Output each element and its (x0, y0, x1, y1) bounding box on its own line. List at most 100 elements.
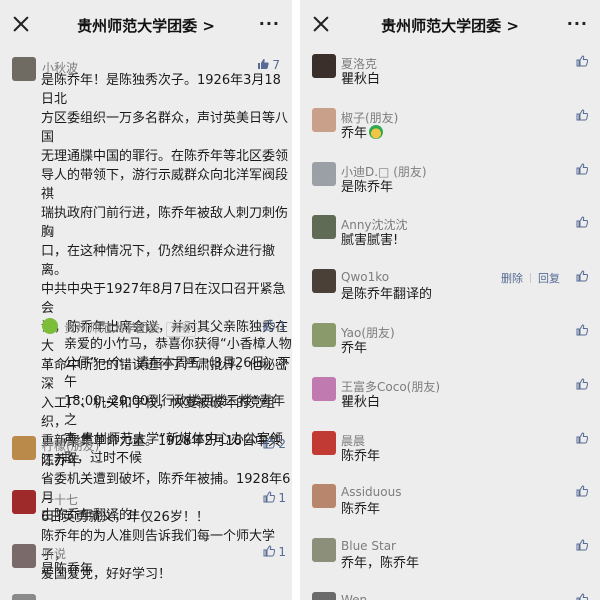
like-button[interactable] (576, 593, 588, 600)
comment-text: 腻害腻害! (341, 231, 398, 250)
comment-text: 是陈乔年翻译的 (341, 285, 432, 304)
thumbs-up-icon (576, 485, 588, 497)
avatar[interactable] (12, 436, 36, 460)
thumbs-up-icon (576, 324, 588, 336)
like-count: 7 (272, 58, 280, 72)
comment-text-content: 乔年，陈乔年 (341, 556, 420, 572)
like-count: 1 (278, 545, 286, 559)
right-navbar: 贵州师范大学团委 > ··· (300, 0, 600, 50)
comment-text: 陈乔年 (341, 447, 380, 466)
comment-text-content: 乔年 (341, 341, 368, 356)
commenter-name: Assiduous (341, 485, 402, 500)
author-name-text: 贵州师范大学团委 (64, 321, 161, 335)
avatar[interactable] (312, 269, 336, 294)
text-line: 导人的带领下，游行示威群众向北洋军阀段祺 (41, 168, 289, 202)
comment-text: 是陈乔年 (341, 178, 393, 197)
avatar[interactable] (312, 107, 336, 132)
thumbs-up-icon (263, 319, 275, 331)
avatar[interactable] (312, 376, 336, 401)
avatar[interactable] (312, 54, 336, 78)
like-count: 2 (278, 437, 286, 451)
like-button[interactable]: 2 (263, 437, 286, 451)
text-line: 无理通牒中国的罪行。在陈乔年等北区委领 (41, 149, 289, 164)
account-title[interactable]: 贵州师范大学团委 > (300, 15, 600, 36)
text-line: 口，在这种情况下，仍然组织群众进行撤离。 (41, 244, 276, 278)
comment-text: 陈乔年 (41, 454, 81, 469)
like-button[interactable]: 1 (263, 545, 286, 559)
panel-divider (292, 0, 300, 600)
like-button[interactable] (576, 378, 588, 392)
avatar[interactable] (312, 538, 336, 563)
comment-text-content: 瞿秋白 (341, 72, 381, 87)
like-button[interactable] (576, 55, 588, 69)
more-options-icon[interactable]: ··· (567, 14, 588, 33)
comment-text: 乔年，陈乔年 (341, 554, 419, 573)
thumbs-up-icon (576, 593, 588, 600)
thumbs-up-icon (263, 437, 275, 449)
thumbs-up-icon (263, 545, 275, 557)
comment-text: 乔年 (341, 124, 384, 143)
comment-text: 乔年 (341, 339, 367, 358)
comment-text-content: 乔年 (341, 125, 368, 141)
like-button[interactable] (576, 109, 588, 123)
like-count: 1 (278, 491, 286, 505)
comment-text: 瞿秋白 (341, 393, 380, 412)
comment-text: 由陈乔年翻译的！ (41, 508, 146, 523)
author-avatar-icon (42, 318, 58, 334)
action-separator (530, 273, 531, 284)
avatar[interactable] (12, 490, 36, 514)
avatar[interactable] (12, 57, 36, 81)
commenter-name: Qwo1ko (341, 270, 390, 285)
avatar[interactable] (312, 592, 336, 600)
thumbs-up-icon (576, 432, 588, 444)
text-line: 省委机关遭到破坏，陈乔年被捕。1928年6月 (41, 472, 291, 506)
comment-text-content: 瞿秋白 (341, 394, 381, 410)
text-line: 公仔”一个，请在本周五（3月26日）下午 (64, 356, 291, 390)
thumbs-up-icon (576, 378, 588, 390)
comment-text-content: 陈乔年 (341, 448, 381, 464)
like-button[interactable] (576, 432, 588, 446)
like-button[interactable] (576, 216, 588, 230)
text-line: 18:00--20:00到行政楼西楼三楼“青年之 (64, 394, 286, 428)
delete-button[interactable]: 删除 (501, 272, 523, 285)
like-button[interactable] (576, 539, 588, 553)
thumbs-up-icon (263, 491, 275, 503)
thumbs-up-icon (576, 216, 588, 228)
comment-text-content: 是陈乔年 (341, 179, 394, 195)
avatar[interactable] (312, 215, 336, 240)
like-button[interactable] (576, 324, 588, 338)
avatar[interactable] (312, 161, 336, 186)
account-title[interactable]: 贵州师范大学团委 > (0, 15, 292, 36)
like-count: 1 (278, 319, 286, 333)
text-line: 瑞执政府门前行进，陈乔年被敌人刺刀刺伤胸 (41, 206, 289, 240)
comment-text: 瞿秋白 (341, 70, 380, 89)
comment-actions: 删除 回复 (501, 270, 560, 286)
avatar[interactable] (312, 323, 336, 347)
left-article-comments-panel: 贵州师范大学团委 > ··· 小秋波 7 是陈乔年！是陈独秀次子。1926年3月… (0, 0, 292, 600)
commenter-name: Blue Star (341, 539, 396, 554)
more-options-icon[interactable]: ··· (259, 14, 280, 33)
comment-text: 陈乔年 (341, 500, 380, 519)
like-button[interactable] (576, 485, 588, 499)
turtle-emoji (369, 124, 384, 139)
thumbs-up-icon (257, 58, 269, 70)
like-button[interactable]: 1 (263, 491, 286, 505)
text-line: 方区委组织一万多名群众，声讨英美日等八国 (41, 111, 289, 145)
right-article-comments-panel: 贵州师范大学团委 > ··· 夏洛克 瞿秋白 椒子(朋友) 乔年 小迪D.□ (朋友) 是… (300, 0, 600, 600)
avatar[interactable] (312, 430, 336, 455)
like-button[interactable]: 7 (257, 58, 280, 72)
avatar[interactable] (12, 544, 36, 568)
thumbs-up-icon (576, 270, 588, 282)
reply-button[interactable]: 回复 (538, 272, 560, 285)
text-line: 是陈乔年！是陈独秀次子。1926年3月18日北 (41, 73, 281, 107)
text-line: 中共中央于1927年8月7日在汉口召开紧急会 (41, 282, 286, 316)
comment-text-content: 陈乔年 (341, 502, 381, 518)
reply-like-button[interactable]: 1 (263, 319, 286, 333)
like-button[interactable] (576, 270, 588, 284)
thumbs-up-icon (576, 109, 588, 121)
text-line: 亲爱的小竹马，恭喜你获得“小香樟人物 (64, 337, 292, 352)
thumbs-up-icon (576, 539, 588, 551)
avatar[interactable] (312, 484, 336, 509)
comment-text: 是陈乔年 (41, 562, 94, 577)
like-button[interactable] (576, 163, 588, 177)
